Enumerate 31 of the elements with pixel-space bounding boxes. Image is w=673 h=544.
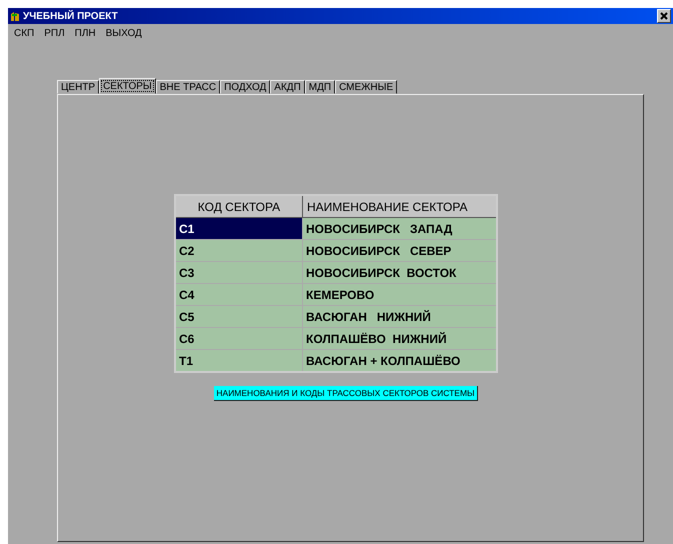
table-cell[interactable]: С2 — [175, 240, 302, 262]
tab[interactable]: МДП — [304, 80, 336, 94]
tab[interactable]: СЕКТОРЫ — [99, 78, 156, 94]
table-cell: КЕМЕРОВО — [302, 284, 497, 306]
table-cell: КОЛПАШЁВО НИЖНИЙ — [302, 328, 497, 350]
caption-label: НАИМЕНОВАНИЯ И КОДЫ ТРАССОВЫХ СЕКТОРОВ СИСТЕМЫ — [214, 386, 478, 401]
table-cell: НОВОСИБИРСК ЗАПАД — [302, 218, 497, 240]
tab[interactable]: ВНЕ ТРАСС — [156, 80, 220, 94]
tab[interactable]: АКДП — [270, 80, 305, 94]
menu-item[interactable]: ВЫХОД — [106, 28, 142, 39]
table-cell: НОВОСИБИРСК ВОСТОК — [302, 262, 497, 284]
table-cell: ВАСЮГАН НИЖНИЙ — [302, 306, 497, 328]
table-cell[interactable]: С4 — [175, 284, 302, 306]
column-header: КОД СЕКТОРА — [175, 195, 302, 218]
tab[interactable]: ПОДХОД — [220, 80, 270, 94]
app-icon — [10, 10, 20, 22]
menu-item[interactable]: РПЛ — [44, 28, 65, 39]
table-cell[interactable]: С6 — [175, 328, 302, 350]
table-cell[interactable]: С5 — [175, 306, 302, 328]
table-cell: НОВОСИБИРСК СЕВЕР — [302, 240, 497, 262]
tab[interactable]: ЦЕНТР — [57, 80, 100, 94]
table-cell[interactable]: С1 — [175, 218, 302, 240]
menu-item[interactable]: СКП — [14, 28, 34, 39]
column-header: НАИМЕНОВАНИЕ СЕКТОРА — [302, 195, 497, 218]
menu-item[interactable]: ПЛН — [74, 28, 96, 39]
table-cell[interactable]: С3 — [175, 262, 302, 284]
tab[interactable]: СМЕЖНЫЕ — [335, 80, 398, 94]
close-icon[interactable] — [657, 9, 671, 23]
table-cell[interactable]: Т1 — [175, 350, 302, 372]
window-title: УЧЕБНЫЙ ПРОЕКТ — [23, 10, 119, 22]
table-cell: ВАСЮГАН + КОЛПАШЁВО — [302, 350, 497, 372]
